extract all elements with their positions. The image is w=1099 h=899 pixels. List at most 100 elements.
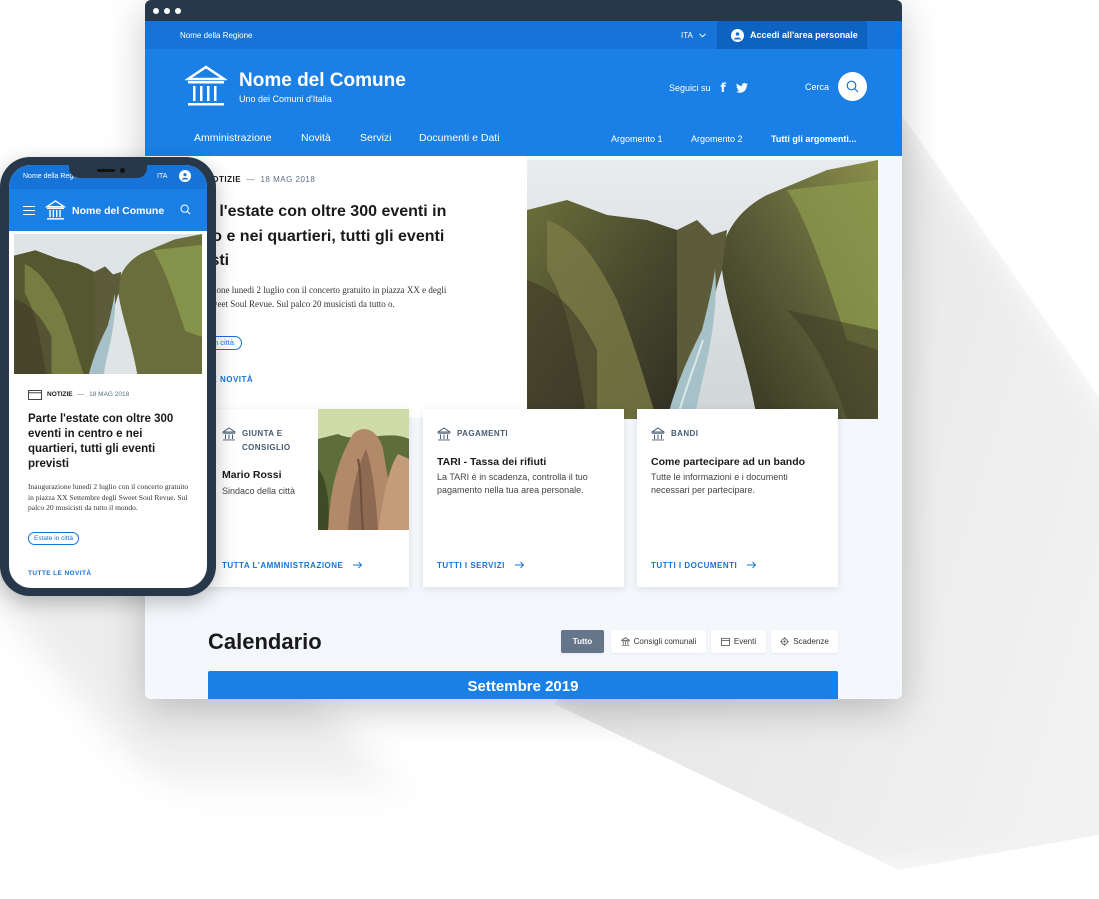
town-hall-icon[interactable] — [45, 200, 66, 221]
card-link[interactable]: TUTTI I SERVIZI — [437, 561, 525, 570]
mobile-language-selector[interactable]: ITA — [157, 173, 167, 180]
filter-consigli-comunali[interactable]: Consigli comunali — [611, 630, 706, 653]
mobile-news-date: 18 MAG 2018 — [89, 391, 130, 398]
municipality-name[interactable]: Nome del Comune — [239, 70, 406, 92]
mobile-all-news-link[interactable]: TUTTE LE NOVITÀ — [28, 570, 91, 577]
hero-meta: NOTIZIE — 18 MAG 2018 — [206, 175, 315, 184]
hero-separator: — — [246, 175, 256, 184]
search-icon — [846, 80, 859, 93]
mobile-news-category[interactable]: NOTIZIE — [47, 391, 73, 398]
hero-image-canyon — [527, 160, 878, 419]
town-hall-icon — [651, 427, 665, 441]
login-button[interactable]: Accedi all'area personale — [717, 21, 867, 49]
nav-item-amministrazione[interactable]: Amministrazione — [194, 132, 272, 144]
card-category: GIUNTA E CONSIGLIO — [222, 427, 312, 455]
mobile-tag-chip[interactable]: Estate in città — [28, 532, 80, 545]
card-link[interactable]: TUTTI I DOCUMENTI — [651, 561, 757, 570]
filter-scadenze[interactable]: Scadenze — [771, 630, 838, 653]
gear-icon — [780, 637, 789, 646]
mobile-municipality-name[interactable]: Nome del Comune — [72, 205, 164, 217]
mobile-screen: Nome della Regione ITA Nome del Comune N… — [9, 165, 207, 588]
slim-header: Nome della Regione ITA Accedi all'area p… — [145, 21, 902, 49]
chevron-down-icon — [699, 32, 706, 38]
facebook-icon[interactable]: f — [721, 81, 726, 95]
nav-item-novita[interactable]: Novità — [301, 132, 331, 144]
mobile-user-icon[interactable] — [179, 170, 191, 182]
card-text: La TARI è in scadenza, controlla il tuo … — [437, 472, 588, 495]
user-icon — [731, 28, 744, 42]
card-category-label[interactable]: BANDI — [671, 427, 698, 441]
language-label: ITA — [681, 30, 693, 40]
filter-label: Consigli comunali — [633, 637, 697, 646]
filter-tutto[interactable]: Tutto — [561, 630, 604, 653]
nav-topic-1[interactable]: Argomento 1 — [611, 134, 663, 144]
card-category-label[interactable]: GIUNTA E CONSIGLIO — [242, 427, 312, 455]
municipality-tagline: Uno dei Comuni d'Italia — [239, 94, 332, 104]
card-category-label[interactable]: PAGAMENTI — [457, 427, 508, 441]
card-link-label: TUTTA L'AMMINISTRAZIONE — [222, 561, 344, 570]
desktop-browser-window: Nome della Regione ITA Accedi all'area p… — [145, 0, 902, 699]
arrow-right-icon — [514, 561, 524, 569]
card-pagamenti[interactable]: PAGAMENTI TARI - Tassa dei rifiuti La TA… — [423, 409, 624, 587]
language-selector[interactable]: ITA — [681, 31, 706, 40]
town-hall-icon[interactable] — [185, 65, 227, 109]
mobile-news-separator: — — [77, 391, 85, 398]
filter-label: Tutto — [572, 637, 593, 646]
region-link[interactable]: Nome della Regione — [180, 31, 253, 40]
calendar-month-banner: Settembre 2019 — [208, 671, 838, 699]
window-title-bar — [145, 0, 902, 21]
card-title[interactable]: TARI - Tassa dei rifiuti — [437, 456, 546, 468]
nav-topic-2[interactable]: Argomento 2 — [691, 134, 743, 144]
nav-all-topics[interactable]: Tutti gli argomenti... — [771, 134, 856, 144]
search-label: Cerca — [805, 82, 830, 92]
card-link[interactable]: TUTTA L'AMMINISTRAZIONE — [222, 561, 363, 570]
mobile-phone-frame: Nome della Regione ITA Nome del Comune N… — [0, 157, 216, 596]
calendar-month: Settembre 2019 — [467, 677, 579, 695]
twitter-icon[interactable] — [735, 83, 748, 93]
card-category: BANDI — [651, 427, 698, 441]
phone-notch — [69, 165, 147, 178]
nav-item-documenti[interactable]: Documenti e Dati — [419, 132, 500, 144]
mobile-hero-image-canyon — [14, 234, 202, 374]
hamburger-menu-icon[interactable] — [23, 206, 35, 215]
window-maximize-dot[interactable] — [175, 7, 181, 14]
town-hall-icon — [620, 637, 630, 646]
card-giunta-consiglio[interactable]: GIUNTA E CONSIGLIO Mario Rossi Sindaco d… — [208, 409, 409, 587]
card-title[interactable]: Mario Rossi — [222, 469, 282, 481]
window-close-dot[interactable] — [153, 7, 159, 14]
hero-excerpt: azione lunedì 2 luglio con il concerto g… — [206, 285, 447, 309]
window-minimize-dot[interactable] — [164, 7, 170, 14]
card-bandi[interactable]: BANDI Come partecipare ad un bando Tutte… — [637, 409, 838, 587]
arrow-right-icon — [353, 561, 363, 569]
mobile-news-meta: NOTIZIE — 18 MAG 2018 — [28, 389, 129, 400]
social-label: Seguici su — [669, 83, 711, 93]
hero-title[interactable]: e l'estate con oltre 300 eventi in ro e … — [206, 200, 456, 274]
calendar-icon — [720, 637, 730, 646]
mobile-news-title[interactable]: Parte l'estate con oltre 300 eventi in c… — [28, 412, 190, 472]
center-header: Nome del Comune Uno dei Comuni d'Italia … — [145, 49, 902, 126]
arrow-right-icon — [747, 561, 757, 569]
filter-label: Scadenze — [793, 637, 829, 646]
filter-eventi[interactable]: Eventi — [711, 630, 766, 653]
card-category: PAGAMENTI — [437, 427, 508, 441]
card-link-label: TUTTI I DOCUMENTI — [651, 561, 738, 570]
filter-label: Eventi — [733, 637, 757, 646]
mobile-news-excerpt: Inaugurazione lunedì 2 luglio con il con… — [28, 482, 189, 512]
mobile-center-header: Nome del Comune — [9, 189, 207, 231]
search-icon[interactable] — [180, 204, 191, 215]
card-image-rocks — [318, 409, 409, 530]
town-hall-icon — [437, 427, 451, 441]
main-navigation: Amministrazione Novità Servizi Documenti… — [145, 126, 902, 156]
search-button[interactable] — [838, 72, 867, 101]
main-content: NOTIZIE — 18 MAG 2018 e l'estate con olt… — [145, 156, 902, 699]
nav-item-servizi[interactable]: Servizi — [360, 132, 392, 144]
card-title[interactable]: Come partecipare ad un bando — [651, 456, 805, 468]
town-hall-icon — [222, 427, 236, 441]
login-label: Accedi all'area personale — [750, 30, 858, 40]
card-text: Tutte le informazioni e i documenti nece… — [651, 472, 788, 495]
calendar-title: Calendario — [208, 629, 322, 654]
calendar-icon — [28, 390, 42, 400]
hero-date: 18 MAG 2018 — [260, 175, 316, 184]
social-links: Seguici su f — [669, 81, 748, 95]
card-link-label: TUTTI I SERVIZI — [437, 561, 505, 570]
